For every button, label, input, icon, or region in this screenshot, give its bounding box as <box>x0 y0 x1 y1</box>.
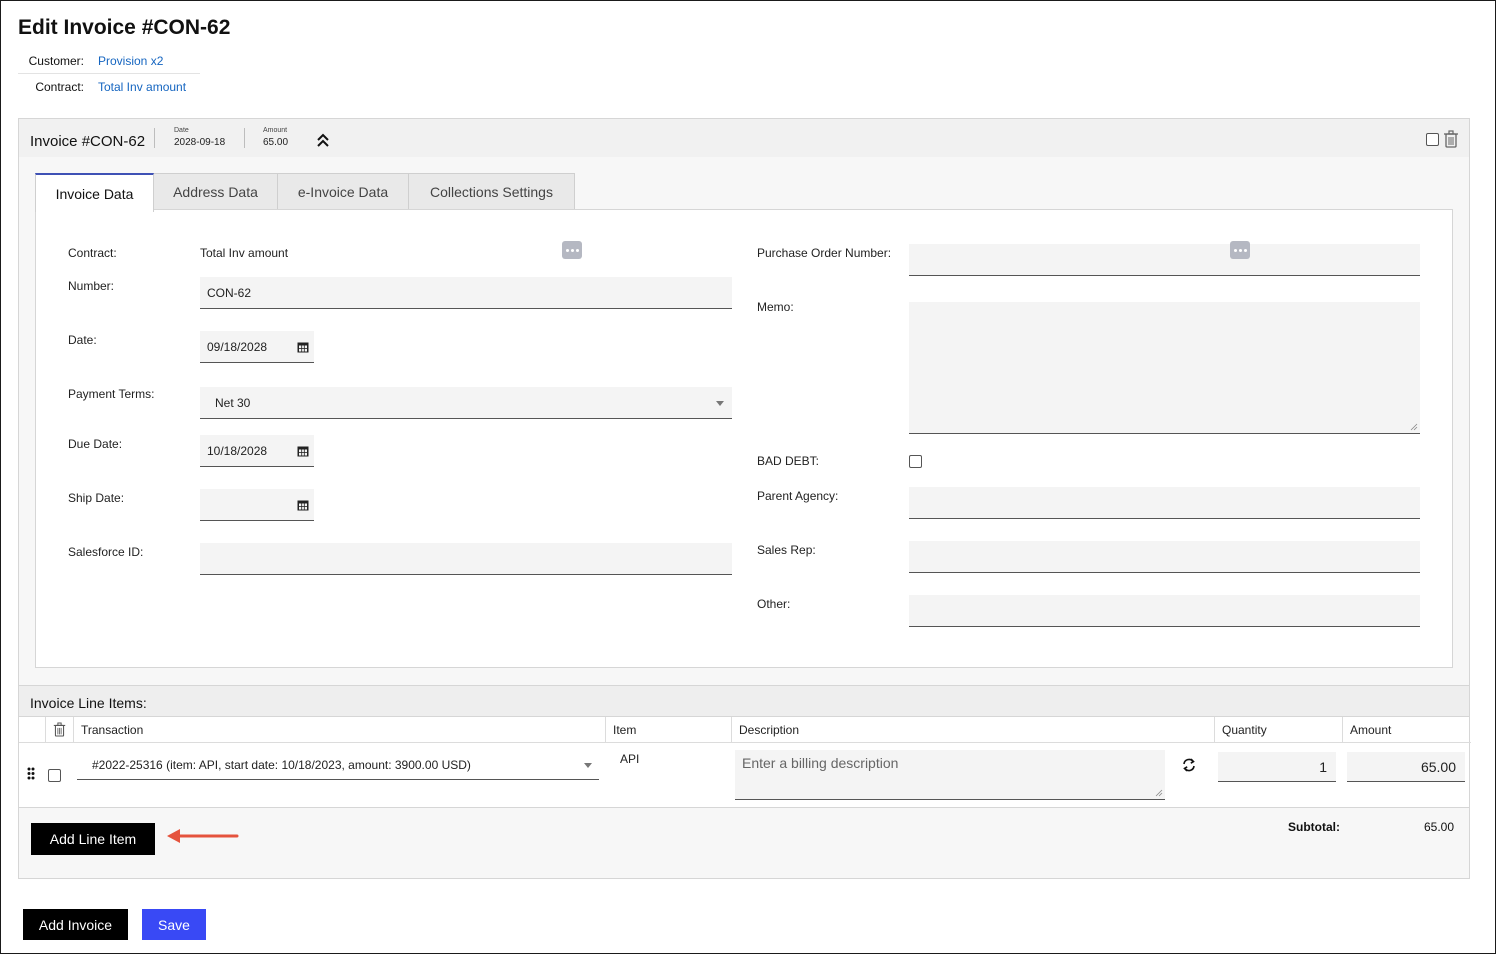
header-divider <box>154 128 155 148</box>
other-input[interactable] <box>909 595 1420 627</box>
resize-grip-icon[interactable] <box>1155 789 1163 797</box>
invoice-panel: Invoice #CON-62 Date 2028-09-18 Amount 6… <box>18 118 1471 879</box>
salesforce-id-input[interactable] <box>200 543 732 575</box>
description-placeholder: Enter a billing description <box>742 755 899 771</box>
bad-debt-checkbox[interactable] <box>909 455 922 468</box>
payment-terms-label: Payment Terms: <box>68 387 155 401</box>
description-textarea[interactable]: Enter a billing description <box>735 750 1165 800</box>
calendar-icon[interactable] <box>297 445 309 457</box>
drag-handle-icon[interactable] <box>27 767 35 780</box>
parent-agency-input[interactable] <box>909 487 1420 519</box>
invoice-meta: Customer: Provision x2 Contract: Total I… <box>18 49 200 99</box>
trash-icon[interactable] <box>53 722 66 737</box>
resize-grip-icon[interactable] <box>1410 423 1418 431</box>
header-date: Date 2028-09-18 <box>174 127 225 148</box>
due-date-label: Due Date: <box>68 437 123 451</box>
tab-e-invoice-data[interactable]: e-Invoice Data <box>277 173 409 211</box>
invoice-select-checkbox[interactable] <box>1426 133 1439 146</box>
due-date-value: 10/18/2028 <box>207 443 268 458</box>
memo-label: Memo: <box>757 300 794 314</box>
trash-icon[interactable] <box>1443 130 1459 148</box>
customer-row: Customer: Provision x2 <box>18 49 200 74</box>
ship-date-label: Ship Date: <box>68 491 125 505</box>
transaction-value: #2022-25316 (item: API, start date: 10/1… <box>92 757 471 772</box>
column-transaction: Transaction <box>73 717 605 743</box>
memo-textarea[interactable] <box>909 302 1420 434</box>
line-item-item: API <box>620 752 640 766</box>
ship-date-input[interactable] <box>200 489 314 521</box>
contract-field-value: Total Inv amount <box>200 246 289 260</box>
date-input[interactable]: 09/18/2028 <box>200 331 314 363</box>
calendar-icon[interactable] <box>297 341 309 353</box>
save-button[interactable]: Save <box>142 909 206 940</box>
customer-label: Customer: <box>28 54 84 68</box>
chevron-down-icon <box>584 763 592 768</box>
sales-rep-label: Sales Rep: <box>757 543 816 557</box>
customer-link[interactable]: Provision x2 <box>98 54 163 68</box>
payment-terms-value: Net 30 <box>215 395 251 410</box>
line-items-title: Invoice Line Items: <box>30 695 147 711</box>
refresh-icon[interactable] <box>1181 757 1197 773</box>
add-line-item-button[interactable]: Add Line Item <box>31 823 155 855</box>
header-date-value: 2028-09-18 <box>174 137 226 148</box>
due-date-input[interactable]: 10/18/2028 <box>200 435 314 467</box>
contract-more-button[interactable] <box>562 241 582 259</box>
amount-input[interactable]: 65.00 <box>1347 752 1465 782</box>
subtotal-label: Subtotal: <box>1288 820 1340 834</box>
sales-rep-input[interactable] <box>909 541 1420 573</box>
edit-invoice-page: Edit Invoice #CON-62 Customer: Provision… <box>0 0 1496 954</box>
number-label: Number: <box>68 279 115 293</box>
po-number-input[interactable] <box>909 244 1420 276</box>
delete-column-header <box>45 717 73 743</box>
line-item-checkbox[interactable] <box>48 769 61 782</box>
bad-debt-label: BAD DEBT: <box>757 454 820 468</box>
date-label: Date: <box>68 333 97 347</box>
transaction-select[interactable]: #2022-25316 (item: API, start date: 10/1… <box>77 750 599 780</box>
other-label: Other: <box>757 597 791 611</box>
parent-agency-label: Parent Agency: <box>757 489 839 503</box>
contract-field-label: Contract: <box>68 246 117 260</box>
add-invoice-button[interactable]: Add Invoice <box>23 909 128 940</box>
header-date-label: Date <box>174 127 189 134</box>
quantity-input[interactable]: 1 <box>1218 752 1336 782</box>
column-amount: Amount <box>1342 717 1471 743</box>
header-amount: Amount 65.00 <box>263 127 288 148</box>
contract-label: Contract: <box>35 79 84 94</box>
line-items-table: Transaction Item Description Quantity Am… <box>19 717 1471 808</box>
line-items-header: Invoice Line Items: <box>19 685 1469 717</box>
header-amount-value: 65.00 <box>263 137 289 148</box>
annotation-arrow-icon <box>167 829 239 843</box>
calendar-icon[interactable] <box>297 499 309 511</box>
invoice-panel-header: Invoice #CON-62 Date 2028-09-18 Amount 6… <box>19 119 1469 157</box>
tab-invoice-data[interactable]: Invoice Data <box>35 173 154 212</box>
invoice-title: Invoice #CON-62 <box>30 133 146 150</box>
contract-row: Contract: Total Inv amount <box>18 74 200 99</box>
date-value: 09/18/2028 <box>207 339 268 354</box>
payment-terms-select[interactable]: Net 30 <box>200 387 732 419</box>
contract-link[interactable]: Total Inv amount <box>98 80 186 94</box>
column-item: Item <box>605 717 731 743</box>
po-more-button[interactable] <box>1230 241 1250 259</box>
tab-collections-settings[interactable]: Collections Settings <box>408 173 575 211</box>
tab-address-data[interactable]: Address Data <box>153 173 278 211</box>
column-quantity: Quantity <box>1214 717 1342 743</box>
salesforce-id-label: Salesforce ID: <box>68 545 144 559</box>
page-title: Edit Invoice #CON-62 <box>18 16 231 39</box>
drag-column-header <box>19 717 45 743</box>
invoice-data-form: Contract: Total Inv amount Number: CON-6… <box>35 209 1453 668</box>
chevron-double-up-icon[interactable] <box>315 132 331 148</box>
column-description: Description <box>731 717 1214 743</box>
chevron-down-icon <box>716 400 724 406</box>
header-amount-label: Amount <box>263 127 288 134</box>
header-divider <box>244 128 245 148</box>
po-number-label: Purchase Order Number: <box>757 246 892 260</box>
subtotal-value: 65.00 <box>1424 820 1455 834</box>
number-input[interactable]: CON-62 <box>200 277 732 309</box>
